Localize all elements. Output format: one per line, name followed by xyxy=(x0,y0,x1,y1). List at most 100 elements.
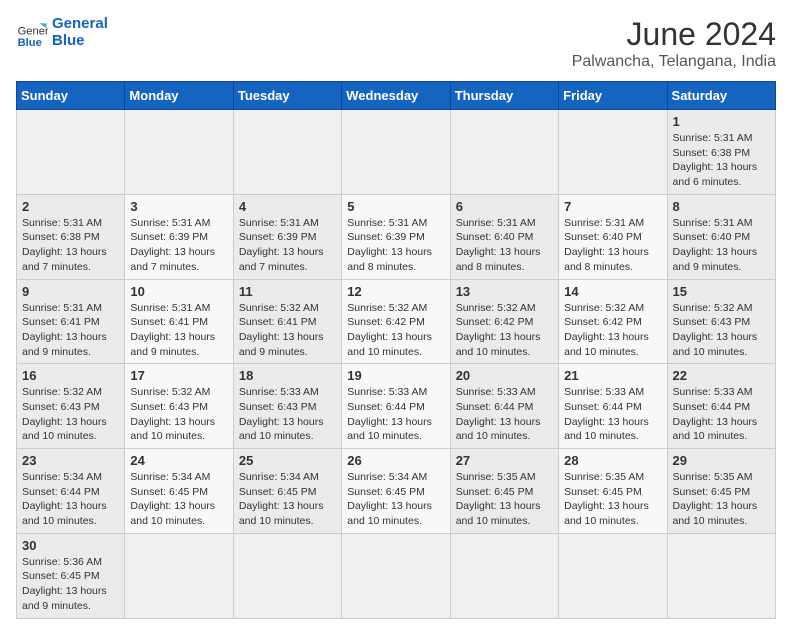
day-number: 4 xyxy=(239,199,336,214)
day-cell-22: 22Sunrise: 5:33 AM Sunset: 6:44 PM Dayli… xyxy=(667,364,775,449)
empty-cell xyxy=(667,533,775,618)
day-info: Sunrise: 5:32 AM Sunset: 6:42 PM Dayligh… xyxy=(347,301,444,360)
day-info: Sunrise: 5:31 AM Sunset: 6:40 PM Dayligh… xyxy=(564,216,661,275)
day-info: Sunrise: 5:32 AM Sunset: 6:43 PM Dayligh… xyxy=(22,385,119,444)
day-info: Sunrise: 5:31 AM Sunset: 6:39 PM Dayligh… xyxy=(347,216,444,275)
day-cell-11: 11Sunrise: 5:32 AM Sunset: 6:41 PM Dayli… xyxy=(233,279,341,364)
day-info: Sunrise: 5:32 AM Sunset: 6:43 PM Dayligh… xyxy=(130,385,227,444)
day-cell-13: 13Sunrise: 5:32 AM Sunset: 6:42 PM Dayli… xyxy=(450,279,558,364)
day-info: Sunrise: 5:34 AM Sunset: 6:45 PM Dayligh… xyxy=(239,470,336,529)
week-row-3: 16 Sunrise: 5:32 AM Sunset: 6:43 PM Dayli… xyxy=(17,364,776,449)
day-number: 24 xyxy=(130,453,227,468)
week-row-5: 30Sunrise: 5:36 AM Sunset: 6:45 PM Dayli… xyxy=(17,533,776,618)
day-cell-5: 5 Sunrise: 5:31 AM Sunset: 6:39 PM Daylig… xyxy=(342,194,450,279)
day-cell-2: 2 Sunrise: 5:31 AM Sunset: 6:38 PM Daylig… xyxy=(17,194,125,279)
day-cell-28: 28 Sunrise: 5:35 AM Sunset: 6:45 PM Dayli… xyxy=(559,449,667,534)
week-row-4: 23 Sunrise: 5:34 AM Sunset: 6:44 PM Dayli… xyxy=(17,449,776,534)
weekday-monday: Monday xyxy=(125,82,233,110)
day-info: Sunrise: 5:34 AM Sunset: 6:45 PM Dayligh… xyxy=(130,470,227,529)
logo-general-text: General xyxy=(52,16,108,33)
day-number: 8 xyxy=(673,199,770,214)
day-number: 17 xyxy=(130,368,227,383)
day-number: 26 xyxy=(347,453,444,468)
day-number: 1 xyxy=(673,114,770,129)
empty-cell xyxy=(125,110,233,195)
empty-cell xyxy=(450,110,558,195)
day-number: 2 xyxy=(22,199,119,214)
location: Palwancha, Telangana, India xyxy=(572,53,776,71)
day-cell-27: 27Sunrise: 5:35 AM Sunset: 6:45 PM Dayli… xyxy=(450,449,558,534)
day-number: 22 xyxy=(673,368,770,383)
empty-cell xyxy=(342,110,450,195)
day-number: 6 xyxy=(456,199,553,214)
day-info: Sunrise: 5:31 AM Sunset: 6:38 PM Dayligh… xyxy=(22,216,119,275)
weekday-friday: Friday xyxy=(559,82,667,110)
empty-cell xyxy=(559,533,667,618)
weekday-tuesday: Tuesday xyxy=(233,82,341,110)
weekday-sunday: Sunday xyxy=(17,82,125,110)
day-cell-10: 10Sunrise: 5:31 AM Sunset: 6:41 PM Dayli… xyxy=(125,279,233,364)
day-info: Sunrise: 5:33 AM Sunset: 6:44 PM Dayligh… xyxy=(564,385,661,444)
empty-cell xyxy=(450,533,558,618)
empty-cell xyxy=(233,533,341,618)
day-number: 25 xyxy=(239,453,336,468)
day-cell-15: 15Sunrise: 5:32 AM Sunset: 6:43 PM Dayli… xyxy=(667,279,775,364)
day-number: 11 xyxy=(239,284,336,299)
day-info: Sunrise: 5:31 AM Sunset: 6:40 PM Dayligh… xyxy=(456,216,553,275)
day-cell-16: 16 Sunrise: 5:32 AM Sunset: 6:43 PM Dayli… xyxy=(17,364,125,449)
day-info: Sunrise: 5:31 AM Sunset: 6:40 PM Dayligh… xyxy=(673,216,770,275)
day-info: Sunrise: 5:35 AM Sunset: 6:45 PM Dayligh… xyxy=(564,470,661,529)
day-info: Sunrise: 5:31 AM Sunset: 6:38 PM Dayligh… xyxy=(673,131,770,190)
day-cell-4: 4Sunrise: 5:31 AM Sunset: 6:39 PM Daylig… xyxy=(233,194,341,279)
logo: General Blue General Blue xyxy=(16,16,108,49)
day-info: Sunrise: 5:32 AM Sunset: 6:42 PM Dayligh… xyxy=(564,301,661,360)
day-info: Sunrise: 5:35 AM Sunset: 6:45 PM Dayligh… xyxy=(673,470,770,529)
day-number: 14 xyxy=(564,284,661,299)
day-number: 7 xyxy=(564,199,661,214)
day-cell-23: 23 Sunrise: 5:34 AM Sunset: 6:44 PM Dayli… xyxy=(17,449,125,534)
day-number: 29 xyxy=(673,453,770,468)
empty-cell xyxy=(125,533,233,618)
day-cell-17: 17 Sunrise: 5:32 AM Sunset: 6:43 PM Dayli… xyxy=(125,364,233,449)
day-number: 28 xyxy=(564,453,661,468)
logo-icon: General Blue xyxy=(16,17,48,49)
day-number: 21 xyxy=(564,368,661,383)
day-number: 10 xyxy=(130,284,227,299)
weekday-header-row: SundayMondayTuesdayWednesdayThursdayFrid… xyxy=(17,82,776,110)
day-cell-1: 1 Sunrise: 5:31 AM Sunset: 6:38 PM Daylig… xyxy=(667,110,775,195)
day-cell-6: 6 Sunrise: 5:31 AM Sunset: 6:40 PM Daylig… xyxy=(450,194,558,279)
page-header: General Blue General Blue June 2024 Palw… xyxy=(16,16,776,71)
day-number: 23 xyxy=(22,453,119,468)
day-cell-21: 21 Sunrise: 5:33 AM Sunset: 6:44 PM Dayli… xyxy=(559,364,667,449)
week-row-0: 1 Sunrise: 5:31 AM Sunset: 6:38 PM Daylig… xyxy=(17,110,776,195)
day-number: 3 xyxy=(130,199,227,214)
day-cell-30: 30Sunrise: 5:36 AM Sunset: 6:45 PM Dayli… xyxy=(17,533,125,618)
day-info: Sunrise: 5:32 AM Sunset: 6:42 PM Dayligh… xyxy=(456,301,553,360)
empty-cell xyxy=(559,110,667,195)
day-info: Sunrise: 5:34 AM Sunset: 6:44 PM Dayligh… xyxy=(22,470,119,529)
day-info: Sunrise: 5:31 AM Sunset: 6:39 PM Dayligh… xyxy=(130,216,227,275)
day-info: Sunrise: 5:31 AM Sunset: 6:41 PM Dayligh… xyxy=(22,301,119,360)
title-block: June 2024 Palwancha, Telangana, India xyxy=(572,16,776,71)
day-cell-3: 3 Sunrise: 5:31 AM Sunset: 6:39 PM Daylig… xyxy=(125,194,233,279)
day-cell-7: 7 Sunrise: 5:31 AM Sunset: 6:40 PM Daylig… xyxy=(559,194,667,279)
day-number: 5 xyxy=(347,199,444,214)
empty-cell xyxy=(342,533,450,618)
day-number: 27 xyxy=(456,453,553,468)
svg-text:Blue: Blue xyxy=(18,36,42,48)
day-info: Sunrise: 5:36 AM Sunset: 6:45 PM Dayligh… xyxy=(22,555,119,614)
day-cell-9: 9Sunrise: 5:31 AM Sunset: 6:41 PM Daylig… xyxy=(17,279,125,364)
calendar-table: SundayMondayTuesdayWednesdayThursdayFrid… xyxy=(16,81,776,619)
weekday-thursday: Thursday xyxy=(450,82,558,110)
day-number: 16 xyxy=(22,368,119,383)
day-cell-8: 8 Sunrise: 5:31 AM Sunset: 6:40 PM Daylig… xyxy=(667,194,775,279)
empty-cell xyxy=(233,110,341,195)
day-cell-29: 29 Sunrise: 5:35 AM Sunset: 6:45 PM Dayli… xyxy=(667,449,775,534)
day-number: 19 xyxy=(347,368,444,383)
day-cell-20: 20Sunrise: 5:33 AM Sunset: 6:44 PM Dayli… xyxy=(450,364,558,449)
day-cell-12: 12Sunrise: 5:32 AM Sunset: 6:42 PM Dayli… xyxy=(342,279,450,364)
day-info: Sunrise: 5:33 AM Sunset: 6:43 PM Dayligh… xyxy=(239,385,336,444)
weekday-saturday: Saturday xyxy=(667,82,775,110)
week-row-2: 9Sunrise: 5:31 AM Sunset: 6:41 PM Daylig… xyxy=(17,279,776,364)
day-cell-19: 19Sunrise: 5:33 AM Sunset: 6:44 PM Dayli… xyxy=(342,364,450,449)
